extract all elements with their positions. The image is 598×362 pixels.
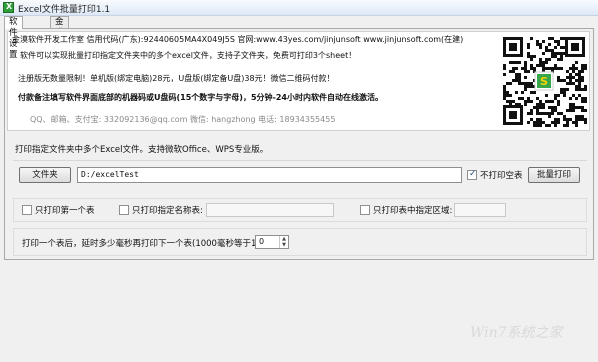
named-sheet-checkbox[interactable]: [119, 205, 129, 215]
folder-path-input[interactable]: D:/excelTest: [77, 167, 462, 183]
delay-label: 打印一个表后，延时多少毫秒再打印下一个表(1000毫秒等于1秒):: [22, 239, 272, 249]
divider: [13, 160, 587, 161]
title-bar: Excel文件批量打印1.1: [0, 0, 598, 16]
tab-jinmo-software[interactable]: 金漠软件: [50, 16, 69, 60]
print-area-input[interactable]: [454, 203, 506, 217]
first-sheet-only-checkbox[interactable]: [22, 205, 32, 215]
company-line: 金漠软件开发工作室 信用代码(广东):92440605MA4X049J5S 官网…: [12, 35, 464, 44]
description-text: 打印指定文件夹中多个Excel文件。支持微软Office、WPS专业版。: [15, 145, 269, 155]
app-window: Excel文件批量打印1.1 软件设置 金漠软件 金漠软件开发工作室 信用代码(…: [0, 0, 598, 362]
window-title: Excel文件批量打印1.1: [18, 5, 111, 15]
batch-print-button[interactable]: 批量打印: [528, 167, 580, 183]
delay-spinbox[interactable]: 0 ▲ ▼: [255, 235, 289, 249]
delay-options-group: 打印一个表后，延时多少毫秒再打印下一个表(1000毫秒等于1秒):: [13, 228, 587, 256]
svg-text:S: S: [540, 75, 548, 88]
named-sheet-input[interactable]: [206, 203, 334, 217]
first-sheet-only-label: 只打印第一个表: [35, 206, 95, 216]
info-line-2: 注册版无数量限制！单机版(绑定电脑)28元，U盘版(绑定备U盘)38元！微信二维…: [18, 74, 335, 83]
named-sheet-label: 只打印指定名称表:: [132, 206, 203, 216]
skip-empty-label: 不打印空表: [480, 171, 523, 181]
info-line-3: 付款备注填写软件界面底部的机器码或U盘码(15个数字与字母)，5分钟-24小时内…: [18, 93, 383, 102]
wechat-qr-code: S: [501, 35, 587, 127]
delay-value: 0: [259, 237, 265, 246]
watermark: Win7系统之家: [470, 325, 563, 341]
contact-info: QQ、邮箱、支付宝: 332092136@qq.com 微信: hangzhon…: [30, 115, 336, 124]
tab-settings[interactable]: 软件设置: [4, 16, 23, 60]
print-options-group: 只打印第一个表 只打印指定名称表: 只打印表中指定区域:: [13, 198, 587, 222]
print-area-label: 只打印表中指定区域:: [373, 206, 453, 216]
settings-panel: 金漠软件开发工作室 信用代码(广东):92440605MA4X049J5S 官网…: [4, 28, 594, 260]
info-box: 金漠软件开发工作室 信用代码(广东):92440605MA4X049J5S 官网…: [7, 31, 590, 131]
info-line-1: 软件可以实现批量打印指定文件夹中的多个excel文件，支持子文件夹，免费可打印3…: [20, 51, 357, 60]
select-folder-button[interactable]: 文件夹: [19, 167, 71, 183]
print-area-checkbox[interactable]: [360, 205, 370, 215]
excel-app-icon: [3, 2, 14, 13]
spin-arrows-icon[interactable]: ▲ ▼: [279, 236, 288, 248]
skip-empty-checkbox[interactable]: [467, 169, 477, 180]
